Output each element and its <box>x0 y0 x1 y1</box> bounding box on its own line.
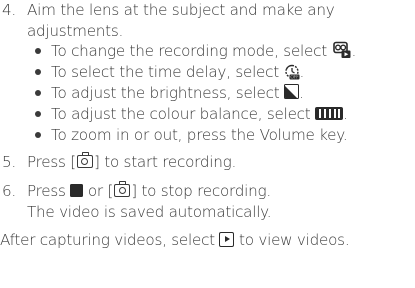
bullet-suffix: . <box>351 42 357 60</box>
step-text: Aim the lens at the subject and make any <box>27 1 335 19</box>
bullet-dot <box>35 132 41 138</box>
manual-page: { "steps": [ { "number": "4.", "lines": … <box>0 0 415 288</box>
bullet-text: To adjust the colour balance, select <box>51 105 311 123</box>
step-text: adjustments. <box>27 22 124 40</box>
footer-text-before: After capturing videos, select <box>0 231 215 249</box>
bullet-item: To adjust the brightness, select . <box>51 83 304 103</box>
step-number: 6. <box>2 182 16 200</box>
bullet-item: To adjust the colour balance, select . <box>51 104 348 124</box>
timer-icon: OFF <box>284 63 300 81</box>
bullet-text: To adjust the brightness, select <box>51 84 280 102</box>
footer-text-after: to view videos. <box>239 231 350 249</box>
bullet-text: To change the recording mode, select <box>51 42 327 60</box>
step-text-middle: or [ <box>87 182 114 200</box>
footer-text: After capturing videos, select to view v… <box>0 230 350 250</box>
step-number: 5. <box>2 153 16 171</box>
white-balance-icon <box>315 107 344 120</box>
bullet-suffix: . <box>299 84 304 102</box>
bullet-suffix: . <box>299 63 305 81</box>
bullet-text: To select the time delay, select <box>51 63 279 81</box>
step-text-before: Press [ <box>27 153 76 171</box>
step-text-after: ] to start recording. <box>93 153 237 171</box>
stop-icon <box>70 184 84 197</box>
step-text-after: ] to stop recording. <box>131 182 271 200</box>
step-text: The video is saved automatically. <box>27 203 272 221</box>
step-number: 4. <box>2 1 16 19</box>
bullet-item: To select the time delay, select OFF . <box>51 62 304 82</box>
recording-mode-icon <box>332 41 352 59</box>
brightness-icon <box>284 84 300 99</box>
camera-key-icon <box>114 181 131 197</box>
bullet-dot <box>35 90 41 96</box>
play-icon <box>219 232 235 247</box>
step-text: Press [ ] to start recording. <box>27 152 236 172</box>
bullet-text: To zoom in or out, press the Volume key. <box>51 126 348 144</box>
bullet-suffix: . <box>343 105 348 123</box>
svg-text:OFF: OFF <box>290 75 299 80</box>
step-text: Press or [ ] to stop recording. <box>27 181 271 201</box>
step-text-before: Press <box>27 182 66 200</box>
camera-key-icon <box>76 152 93 168</box>
bullet-dot <box>35 48 41 54</box>
bullet-dot <box>35 69 41 75</box>
bullet-dot <box>35 111 41 117</box>
bullet-item: To change the recording mode, select . <box>51 41 356 61</box>
